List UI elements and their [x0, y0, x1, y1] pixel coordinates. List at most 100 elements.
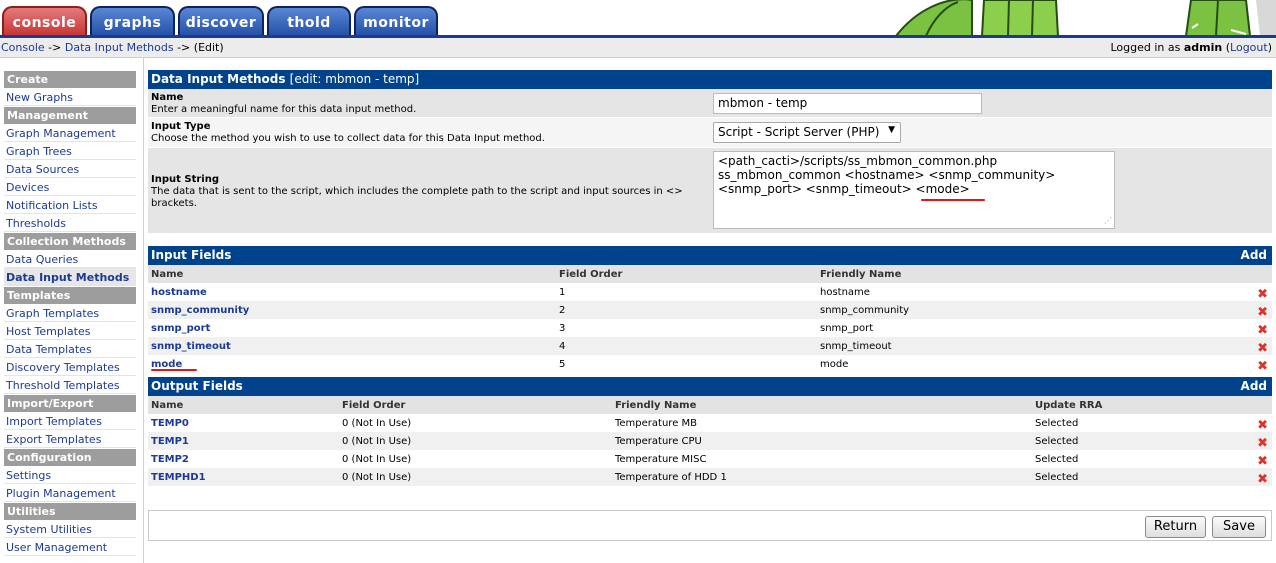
sidebar-item-label: Graph Trees: [6, 145, 72, 158]
output-field-update-rra: Selected: [1035, 454, 1079, 465]
input-field-order: 3: [559, 323, 566, 334]
sidebar-item-data-sources[interactable]: Data Sources: [4, 160, 136, 178]
sidebar-item-host-templates[interactable]: Host Templates: [4, 322, 136, 340]
delete-icon[interactable]: ✖: [1257, 305, 1268, 320]
input-field-friendly-name: mode: [820, 359, 849, 370]
input-field-friendly-name: snmp_community: [820, 305, 910, 316]
delete-icon[interactable]: ✖: [1257, 436, 1268, 451]
delete-icon[interactable]: ✖: [1257, 454, 1268, 469]
sidebar-item-import-templates[interactable]: Import Templates: [4, 412, 136, 430]
sidebar-item-data-templates[interactable]: Data Templates: [4, 340, 136, 358]
sidebar-item-system-utilities[interactable]: System Utilities: [4, 520, 136, 538]
delete-icon[interactable]: ✖: [1257, 287, 1268, 302]
breadcrumb-data-input-methods[interactable]: Data Input Methods: [65, 41, 174, 54]
table-row: snmp_community 2 snmp_community ✖: [148, 301, 1272, 320]
delete-icon[interactable]: ✖: [1257, 359, 1268, 374]
sidebar-item-data-input-methods[interactable]: Data Input Methods: [4, 268, 136, 286]
sidebar-item-label: New Graphs: [6, 91, 73, 104]
output-field-update-rra: Selected: [1035, 418, 1079, 429]
tab-console[interactable]: console: [2, 6, 87, 37]
table-row: mode 5 mode ✖: [148, 355, 1272, 374]
output-field-friendly-name: Temperature CPU: [615, 436, 702, 447]
tab-discover[interactable]: discover: [178, 6, 264, 37]
output-field-name-link[interactable]: TEMP1: [151, 436, 189, 447]
tab-thold[interactable]: thold: [267, 6, 351, 37]
breadcrumb-console[interactable]: Console: [1, 41, 45, 54]
table-row: TEMP1 0 (Not In Use) Temperature CPU Select…: [148, 432, 1272, 451]
output-field-name-link[interactable]: TEMPHD1: [151, 472, 206, 483]
table-row: TEMP2 0 (Not In Use) Temperature MISC Selec…: [148, 450, 1272, 469]
sidebar-item-graph-templates[interactable]: Graph Templates: [4, 304, 136, 322]
sidebar: Create New Graphs Management Graph Manageme…: [4, 70, 136, 556]
input-field-name-link[interactable]: snmp_port: [151, 323, 210, 334]
output-field-friendly-name: Temperature MB: [615, 418, 698, 429]
sidebar-item-notification-lists[interactable]: Notification Lists: [4, 196, 136, 214]
input-field-name-link[interactable]: snmp_community: [151, 305, 249, 316]
sidebar-item-label: System Utilities: [6, 523, 92, 536]
input-field-friendly-name: hostname: [820, 287, 870, 298]
resize-grip-icon[interactable]: ⋰: [1104, 214, 1112, 228]
output-field-name-link[interactable]: TEMP0: [151, 418, 189, 429]
name-input[interactable]: mbmon - temp: [713, 93, 982, 114]
output-field-order: 0 (Not In Use): [342, 472, 412, 483]
add-input-field-button[interactable]: Add: [1241, 248, 1267, 262]
sidebar-item-settings[interactable]: Settings: [4, 466, 136, 484]
output-fields-table: TEMP0 0 (Not In Use) Temperature MB Selecte…: [148, 414, 1272, 487]
sidebar-item-plugin-management[interactable]: Plugin Management: [4, 484, 136, 502]
sidebar-item-label: Graph Management: [6, 127, 116, 140]
table-row: hostname 1 hostname ✖: [148, 283, 1272, 302]
sidebar-item-data-queries[interactable]: Data Queries: [4, 250, 136, 268]
sidebar-item-export-templates[interactable]: Export Templates: [4, 430, 136, 448]
cactus-logo-icon: [886, 0, 1276, 36]
column-header: Field Order: [342, 400, 406, 411]
output-field-friendly-name: Temperature of HDD 1: [615, 472, 727, 483]
input-string-row: Input String The data that is sent to th…: [148, 148, 1272, 234]
sidebar-item-graph-trees[interactable]: Graph Trees: [4, 142, 136, 160]
breadcrumb-bar: Console -> Data Input Methods -> (Edit) …: [0, 38, 1276, 58]
sidebar-item-label: Notification Lists: [6, 199, 98, 212]
sidebar-item-devices[interactable]: Devices: [4, 178, 136, 196]
input-type-label: Input Type: [151, 121, 211, 132]
output-field-name-link[interactable]: TEMP2: [151, 454, 189, 465]
input-field-order: 1: [559, 287, 566, 298]
sidebar-section-header: Collection Methods: [4, 233, 136, 250]
input-fields-title: Input Fields: [151, 248, 232, 262]
input-type-select[interactable]: Script - Script Server (PHP) ▼: [713, 122, 901, 143]
sidebar-section-header: Configuration: [4, 449, 136, 466]
chevron-down-icon: ▼: [888, 125, 895, 135]
sidebar-item-graph-management[interactable]: Graph Management: [4, 124, 136, 142]
column-header: Name: [151, 400, 184, 411]
sidebar-item-label: Data Input Methods: [6, 271, 130, 284]
sidebar-item-user-management[interactable]: User Management: [4, 538, 136, 556]
page-title: Data Input Methods: [151, 72, 286, 86]
logout-link[interactable]: Logout: [1230, 41, 1268, 54]
tab-graphs[interactable]: graphs: [90, 6, 175, 37]
input-field-name-link[interactable]: hostname: [151, 287, 207, 298]
sidebar-item-discovery-templates[interactable]: Discovery Templates: [4, 358, 136, 376]
login-user: admin: [1183, 41, 1223, 54]
sidebar-item-label: Thresholds: [6, 217, 66, 230]
tab-monitor[interactable]: monitor: [354, 6, 438, 37]
sidebar-item-new-graphs[interactable]: New Graphs: [4, 88, 136, 106]
column-header: Name: [151, 269, 184, 280]
table-row: TEMP0 0 (Not In Use) Temperature MB Selecte…: [148, 414, 1272, 433]
input-string-textarea[interactable]: <path_cacti>/scripts/ss_mbmon_common.php…: [713, 151, 1115, 229]
table-row: snmp_timeout 4 snmp_timeout ✖: [148, 337, 1272, 356]
input-field-name-link[interactable]: snmp_timeout: [151, 341, 231, 352]
save-button[interactable]: Save: [1212, 516, 1266, 538]
sidebar-item-label: Devices: [6, 181, 50, 194]
column-header: Friendly Name: [820, 269, 902, 280]
table-row: snmp_port 3 snmp_port ✖: [148, 319, 1272, 338]
sidebar-item-threshold-templates[interactable]: Threshold Templates: [4, 376, 136, 394]
delete-icon[interactable]: ✖: [1257, 418, 1268, 433]
sidebar-item-label: Settings: [6, 469, 52, 482]
return-button[interactable]: Return: [1145, 516, 1206, 538]
sidebar-item-thresholds[interactable]: Thresholds: [4, 214, 136, 232]
sidebar-section-header: Templates: [4, 287, 136, 304]
sidebar-section-header: Import/Export: [4, 395, 136, 412]
delete-icon[interactable]: ✖: [1257, 323, 1268, 338]
add-output-field-button[interactable]: Add: [1241, 379, 1267, 393]
delete-icon[interactable]: ✖: [1257, 341, 1268, 356]
delete-icon[interactable]: ✖: [1257, 472, 1268, 487]
output-field-order: 0 (Not In Use): [342, 418, 412, 429]
